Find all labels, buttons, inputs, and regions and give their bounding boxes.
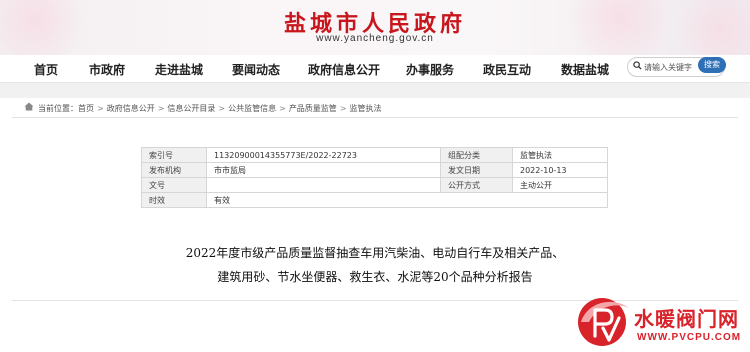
validity-label: 时效 — [141, 192, 207, 208]
breadcrumb-separator: > — [279, 104, 286, 113]
nav-item-news[interactable]: 要闻动态 — [232, 61, 280, 78]
index-label: 索引号 — [141, 147, 207, 163]
breadcrumb-home[interactable]: 首页 — [78, 104, 94, 113]
category-label: 组配分类 — [440, 147, 513, 163]
issue-date-label: 发文日期 — [440, 162, 513, 178]
nav-item-home[interactable]: 首页 — [34, 61, 58, 78]
watermark-logo — [578, 298, 629, 346]
doc-number-value — [206, 177, 441, 193]
breadcrumb-separator: > — [218, 104, 226, 113]
breadcrumb-public-regulation[interactable]: 公共监管信息 — [228, 104, 276, 113]
watermark-brand: 水暖阀门网 — [634, 307, 739, 331]
breadcrumb-separator: > — [157, 104, 165, 113]
nav-item-services[interactable]: 办事服务 — [406, 61, 454, 78]
nav-item-city-government[interactable]: 市政府 — [89, 61, 125, 78]
site-url: www.yancheng.gov.cn — [316, 33, 434, 44]
table-row: 时效 有效 — [141, 192, 608, 208]
breadcrumb-trail: 当前位置：首页 > 政府信息公开 > 信息公开目录 > 公共监管信息 > 产品质量监管 > 监管执法 — [38, 103, 382, 114]
page: 盐城市人民政府 www.yancheng.gov.cn 首页 市政府 走进盐城 … — [0, 0, 750, 352]
nav-item-explore-yancheng[interactable]: 走进盐城 — [155, 61, 203, 78]
breadcrumb-separator: > — [97, 104, 104, 113]
disclosure-method-value: 主动公开 — [512, 177, 608, 193]
breadcrumb-enforcement[interactable]: 监管执法 — [350, 104, 382, 113]
breadcrumb-info-disclosure[interactable]: 政府信息公开 — [107, 104, 155, 113]
doc-number-label: 文号 — [141, 177, 207, 193]
document-title-line-2: 建筑用砂、节水坐便器、救生衣、水泥等20个品种分析报告 — [217, 270, 533, 284]
document-info-table: 索引号 11320900014355773E/2022-22723 组配分类 监… — [141, 147, 608, 208]
publisher-value: 市市监局 — [206, 162, 441, 178]
disclosure-method-label: 公开方式 — [440, 177, 513, 193]
watermark-url: WWW.PVCPU.COM — [637, 332, 742, 343]
table-row: 发布机构 市市监局 发文日期 2022-10-13 — [141, 162, 608, 178]
issue-date-value: 2022-10-13 — [512, 162, 608, 178]
breadcrumb-separator: > — [339, 104, 347, 113]
search-icon — [633, 61, 642, 70]
main-nav: 首页 市政府 走进盐城 要闻动态 政府信息公开 办事服务 政民互动 数据盐城 搜… — [0, 55, 750, 83]
document-title-line-1: 2022年度市级产品质量监督抽查车用汽柴油、电动自行车及相关产品、 — [185, 246, 565, 260]
nav-item-info-disclosure[interactable]: 政府信息公开 — [308, 61, 380, 78]
table-row: 文号 公开方式 主动公开 — [141, 177, 608, 193]
breadcrumb-prefix: 当前位置： — [38, 104, 78, 113]
breadcrumb-product-quality[interactable]: 产品质量监管 — [289, 104, 337, 113]
site-header: 盐城市人民政府 www.yancheng.gov.cn — [0, 0, 750, 55]
nav-item-data-yancheng[interactable]: 数据盐城 — [561, 61, 609, 78]
publisher-label: 发布机构 — [141, 162, 207, 178]
table-row: 索引号 11320900014355773E/2022-22723 组配分类 监… — [141, 147, 608, 163]
validity-value: 有效 — [206, 192, 608, 208]
index-value: 11320900014355773E/2022-22723 — [206, 147, 441, 163]
breadcrumb-info-catalog[interactable]: 信息公开目录 — [167, 104, 215, 113]
breadcrumb: 当前位置：首页 > 政府信息公开 > 信息公开目录 > 公共监管信息 > 产品质量监管 > 监管执法 — [12, 98, 738, 118]
search-button[interactable]: 搜索 — [698, 57, 726, 73]
home-icon — [24, 102, 34, 111]
nav-item-interaction[interactable]: 政民互动 — [483, 61, 531, 78]
gray-gap — [0, 83, 750, 98]
category-value: 监管执法 — [512, 147, 608, 163]
